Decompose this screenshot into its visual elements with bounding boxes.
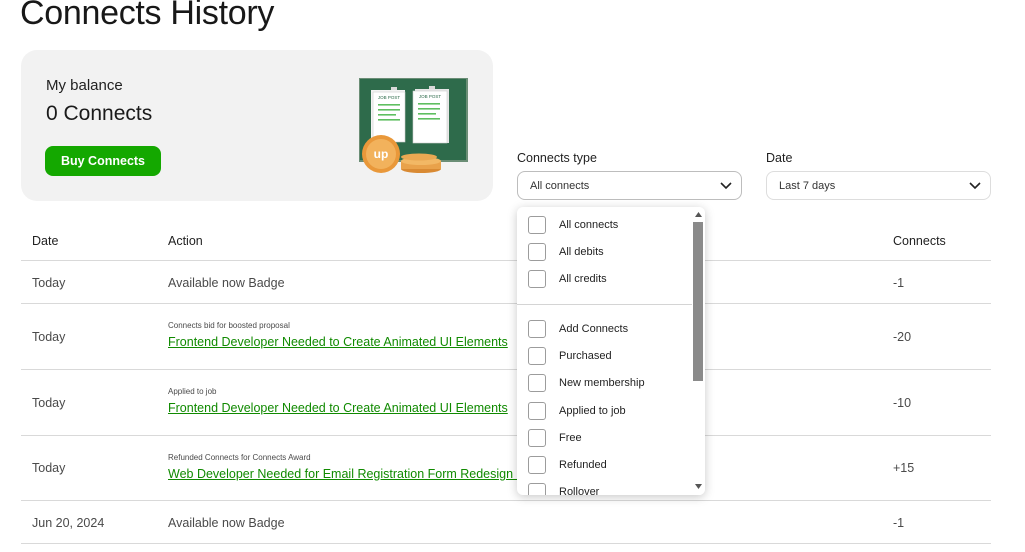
- balance-card: My balance 0 Connects Buy Connects JOB P…: [21, 50, 493, 201]
- column-header-date: Date: [32, 234, 59, 248]
- checkbox[interactable]: [528, 402, 546, 420]
- scroll-up-arrow-icon[interactable]: [695, 212, 702, 217]
- balance-value: 0 Connects: [46, 102, 153, 125]
- svg-text:JOB POST: JOB POST: [419, 94, 442, 99]
- job-board-illustration: JOB POST JOB POST up: [359, 78, 468, 173]
- job-link[interactable]: Web Developer Needed for Email Registrat…: [168, 467, 528, 481]
- option-label: Purchased: [559, 350, 612, 362]
- checkbox[interactable]: [528, 456, 546, 474]
- checkbox[interactable]: [528, 347, 546, 365]
- row-divider: [21, 543, 991, 544]
- svg-text:JOB POST: JOB POST: [378, 95, 401, 100]
- option-label: Applied to job: [559, 405, 626, 417]
- option-label: Add Connects: [559, 323, 629, 335]
- row-date: Today: [32, 330, 66, 344]
- date-select[interactable]: Last 7 days: [766, 171, 991, 200]
- scroll-down-arrow-icon[interactable]: [695, 484, 702, 489]
- job-link[interactable]: Frontend Developer Needed to Create Anim…: [168, 401, 508, 415]
- checkbox[interactable]: [528, 429, 546, 447]
- checkbox[interactable]: [528, 320, 546, 338]
- row-note: Applied to job: [168, 387, 217, 396]
- row-connects: +15: [893, 461, 915, 475]
- date-value: Last 7 days: [779, 180, 836, 192]
- option-label: Rollover: [559, 486, 600, 495]
- connects-type-dropdown[interactable]: All connects All debits All credits Add …: [517, 207, 705, 495]
- checkbox[interactable]: [528, 374, 546, 392]
- connects-type-value: All connects: [530, 180, 590, 192]
- row-note: Refunded Connects for Connects Award: [168, 453, 311, 462]
- row-date: Today: [32, 461, 66, 475]
- balance-label: My balance: [46, 77, 123, 94]
- checkbox[interactable]: [528, 483, 546, 495]
- option-label: All credits: [559, 273, 607, 285]
- row-divider: [21, 369, 991, 370]
- row-date: Today: [32, 276, 66, 290]
- svg-text:up: up: [374, 147, 389, 161]
- buy-connects-button[interactable]: Buy Connects: [45, 146, 161, 176]
- option-label: Refunded: [559, 459, 607, 471]
- column-header-action: Action: [168, 234, 203, 248]
- row-connects: -1: [893, 276, 905, 290]
- chevron-down-icon: [969, 182, 981, 190]
- option-label: Free: [559, 432, 582, 444]
- option-label: All debits: [559, 246, 604, 258]
- row-divider: [21, 500, 991, 501]
- row-connects: -20: [893, 330, 912, 344]
- checkbox[interactable]: [528, 243, 546, 261]
- row-action: Available now Badge: [168, 516, 285, 530]
- checkbox[interactable]: [528, 216, 546, 234]
- option-label: All connects: [559, 219, 619, 231]
- row-date: Jun 20, 2024: [32, 516, 105, 530]
- row-note: Connects bid for boosted proposal: [168, 321, 290, 330]
- row-divider: [21, 303, 991, 304]
- row-divider: [21, 260, 991, 261]
- checkbox[interactable]: [528, 270, 546, 288]
- page-title: Connects History: [20, 0, 275, 32]
- row-connects: -10: [893, 396, 912, 410]
- date-label: Date: [766, 151, 793, 165]
- column-header-connects: Connects: [893, 234, 946, 248]
- row-action: Available now Badge: [168, 276, 285, 290]
- option-label: New membership: [559, 377, 645, 389]
- connects-type-label: Connects type: [517, 151, 597, 165]
- dropdown-divider: [517, 304, 692, 305]
- row-connects: -1: [893, 516, 905, 530]
- row-date: Today: [32, 396, 66, 410]
- row-divider: [21, 435, 991, 436]
- chevron-down-icon: [720, 182, 732, 190]
- scrollbar-thumb[interactable]: [693, 222, 703, 381]
- connects-type-select[interactable]: All connects: [517, 171, 742, 200]
- job-link[interactable]: Frontend Developer Needed to Create Anim…: [168, 335, 508, 349]
